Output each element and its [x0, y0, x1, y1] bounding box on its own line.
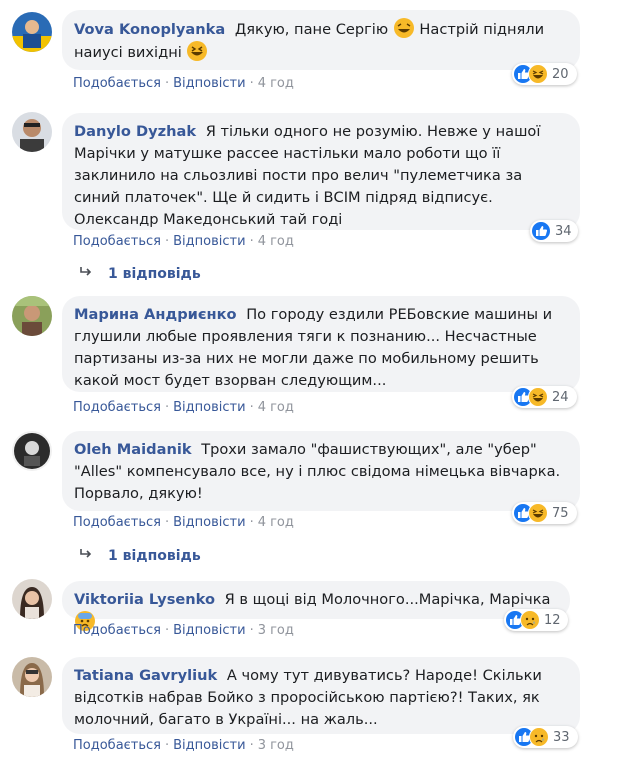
reaction-count: 34: [555, 223, 572, 239]
avatar[interactable]: [12, 12, 52, 52]
comment-actions: Подобається · Відповісти · 3 год: [73, 738, 294, 753]
timestamp[interactable]: 3 год: [258, 738, 294, 753]
sad-reaction-icon: [520, 610, 540, 630]
reply-link[interactable]: Відповісти: [173, 738, 245, 753]
reaction-summary[interactable]: 12: [504, 609, 568, 631]
avatar[interactable]: [12, 296, 52, 336]
like-link[interactable]: Подобається: [73, 234, 161, 249]
comment-bubble: Tatiana Gavryliuk А чому тут дивуватись?…: [62, 657, 580, 734]
laughing-emoji-icon: [393, 18, 414, 38]
like-link[interactable]: Подобається: [73, 623, 161, 638]
avatar[interactable]: [12, 112, 52, 152]
reaction-count: 75: [552, 505, 569, 521]
reaction-summary[interactable]: 75: [512, 502, 577, 524]
like-link[interactable]: Подобається: [73, 400, 161, 415]
comment-bubble: Viktoriia Lysenko Я в щоці від Молочного…: [62, 581, 570, 631]
reply-link[interactable]: Відповісти: [173, 76, 245, 91]
timestamp[interactable]: 3 год: [258, 623, 294, 638]
reply-link[interactable]: Відповісти: [173, 623, 245, 638]
comment-author[interactable]: Viktoriia Lysenko: [74, 591, 215, 608]
sad-reaction-icon: [529, 727, 549, 747]
reply-arrow-icon: [80, 266, 92, 282]
comment-bubble: Vova Konoplyanka Дякую, пане Сергію Наст…: [62, 10, 580, 70]
comment-author[interactable]: Vova Konoplyanka: [74, 21, 225, 38]
reaction-count: 33: [553, 729, 570, 745]
comment-actions: Подобається · Відповісти · 4 год: [73, 234, 294, 249]
reply-link[interactable]: Відповісти: [173, 400, 245, 415]
reaction-count: 24: [552, 389, 569, 405]
reaction-summary[interactable]: 34: [530, 220, 578, 242]
comment-actions: Подобається · Відповісти · 4 год: [73, 76, 294, 91]
reaction-summary[interactable]: 33: [513, 726, 578, 748]
timestamp[interactable]: 4 год: [258, 76, 294, 91]
avatar[interactable]: [12, 657, 52, 697]
reply-arrow-icon: [80, 548, 92, 564]
like-link[interactable]: Подобається: [73, 515, 161, 530]
comment-bubble: Марина Андриєнко По городу ездили РЕБовс…: [62, 296, 580, 392]
comment-actions: Подобається · Відповісти · 3 год: [73, 623, 294, 638]
comment-actions: Подобається · Відповісти · 4 год: [73, 400, 294, 415]
reply-link[interactable]: Відповісти: [173, 234, 245, 249]
reply-link[interactable]: Відповісти: [173, 515, 245, 530]
comment-bubble: Oleh Maidanik Трохи замало "фашиствующих…: [62, 431, 580, 511]
haha-reaction-icon: [528, 387, 548, 407]
reaction-summary[interactable]: 24: [512, 386, 577, 408]
haha-reaction-icon: [528, 64, 548, 84]
like-reaction-icon: [531, 221, 551, 241]
haha-reaction-icon: [528, 503, 548, 523]
view-replies-link[interactable]: 1 відповідь: [80, 548, 201, 564]
comment-author[interactable]: Tatiana Gavryliuk: [74, 667, 217, 684]
reaction-count: 12: [544, 612, 561, 628]
comment-bubble: Danylo Dyzhak Я тільки одного не розумію…: [62, 113, 580, 230]
like-link[interactable]: Подобається: [73, 738, 161, 753]
comment-author[interactable]: Марина Андриєнко: [74, 306, 237, 323]
reaction-summary[interactable]: 20: [512, 63, 577, 85]
timestamp[interactable]: 4 год: [258, 515, 294, 530]
replies-count[interactable]: 1 відповідь: [108, 548, 201, 564]
reaction-count: 20: [552, 66, 569, 82]
avatar[interactable]: [12, 579, 52, 619]
like-link[interactable]: Подобається: [73, 76, 161, 91]
view-replies-link[interactable]: 1 відповідь: [80, 266, 201, 282]
replies-count[interactable]: 1 відповідь: [108, 266, 201, 282]
timestamp[interactable]: 4 год: [258, 234, 294, 249]
avatar[interactable]: [12, 431, 52, 471]
grinning-squinting-emoji-icon: [187, 41, 208, 61]
comment-actions: Подобається · Відповісти · 4 год: [73, 515, 294, 530]
comment-author[interactable]: Oleh Maidanik: [74, 441, 192, 458]
comment-author[interactable]: Danylo Dyzhak: [74, 123, 196, 140]
timestamp[interactable]: 4 год: [258, 400, 294, 415]
